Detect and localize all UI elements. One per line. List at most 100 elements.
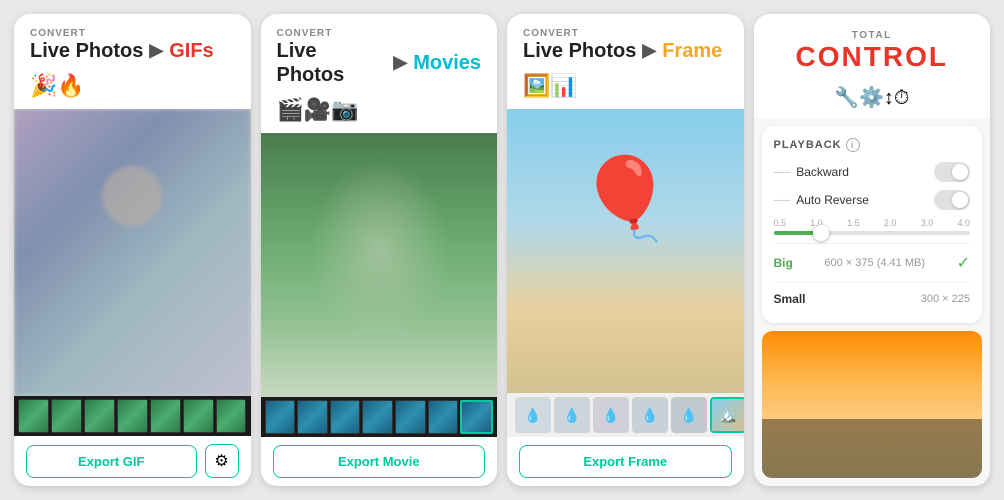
size-small-dims: 300 × 225 [921, 293, 970, 305]
film-frame-5 [150, 399, 181, 433]
backward-toggle[interactable] [934, 162, 970, 182]
speed-0.5: 0.5 [774, 218, 787, 228]
gif-screen: CONVERT Live Photos ▶ GIFs 🎉🔥 Export GIF [14, 14, 251, 486]
movie-frame-2 [297, 400, 328, 434]
speed-4.0: 4.0 [957, 218, 970, 228]
movie-header: CONVERT Live Photos ▶ Movies [261, 14, 498, 93]
speed-3.0: 3.0 [921, 218, 934, 228]
film-frame-2 [51, 399, 82, 433]
gif-filmstrip [14, 396, 251, 436]
size-big-row[interactable]: Big 600 × 375 (4.41 MB) ✓ [774, 248, 971, 278]
speed-labels: 0.5 1.0 1.5 2.0 3.0 4.0 [774, 218, 971, 228]
movie-frame-6 [428, 400, 459, 434]
control-screen: TOTAL CONTROL 🔧⚙️↕⏱ PLAYBACK i ––– Backw… [754, 14, 991, 486]
frame-bottom-controls: Export Frame [507, 437, 744, 486]
slider-thumb[interactable] [813, 225, 829, 241]
frame-arrow: ▶ [642, 40, 656, 62]
auto-reverse-label: ––– Auto Reverse [774, 193, 869, 207]
auto-reverse-text: Auto Reverse [796, 193, 869, 207]
movie-target-text: Movies [413, 51, 481, 75]
playback-title: PLAYBACK i [774, 138, 971, 152]
frame-target-text: Frame [662, 39, 722, 63]
playback-label: PLAYBACK [774, 139, 842, 151]
movie-arrow: ▶ [393, 52, 407, 74]
film-frame-1 [18, 399, 49, 433]
app-container: CONVERT Live Photos ▶ GIFs 🎉🔥 Export GIF [0, 0, 1004, 500]
movie-frame-7 [460, 400, 493, 434]
playback-panel: PLAYBACK i ––– Backward ––– Auto Reverse [762, 126, 983, 323]
slider-track[interactable] [774, 231, 971, 235]
slider-fill [774, 231, 817, 235]
movie-convert-label: CONVERT [277, 28, 482, 39]
export-gif-button[interactable]: Export GIF [26, 445, 197, 478]
info-icon[interactable]: i [846, 138, 860, 152]
movie-source-text: Live Photos [277, 39, 388, 87]
gif-title: Live Photos ▶ GIFs [30, 39, 235, 63]
auto-reverse-row: ––– Auto Reverse [774, 190, 971, 210]
movie-main-image [261, 133, 498, 397]
gif-bottom-controls: Export GIF ⚙ [14, 436, 251, 486]
frame-screen: CONVERT Live Photos ▶ Frame 🖼️📊 💧 💧 💧 💧 … [507, 14, 744, 486]
thumb-1[interactable]: 💧 [515, 397, 551, 433]
size-big-dims: 600 × 375 (4.41 MB) [824, 257, 925, 269]
balloon-image [507, 109, 744, 393]
film-frame-3 [84, 399, 115, 433]
frame-main-image [507, 109, 744, 393]
gif-icons: 🎉🔥 [14, 69, 251, 109]
gif-main-image [14, 109, 251, 396]
gear-icon: ⚙ [214, 451, 228, 471]
soccer-image [762, 331, 983, 478]
speed-slider-container: 0.5 1.0 1.5 2.0 3.0 4.0 [774, 218, 971, 235]
gif-arrow: ▶ [149, 40, 163, 62]
auto-reverse-toggle[interactable] [934, 190, 970, 210]
film-frame-4 [117, 399, 148, 433]
separator-2 [774, 282, 971, 283]
movie-bottom-controls: Export Movie [261, 437, 498, 486]
export-frame-button[interactable]: Export Frame [519, 445, 732, 478]
frame-icons: 🖼️📊 [507, 69, 744, 109]
gif-convert-label: CONVERT [30, 28, 235, 39]
speed-2.0: 2.0 [884, 218, 897, 228]
auto-reverse-sub: ––– [774, 195, 791, 206]
backward-text: Backward [796, 165, 849, 179]
restaurant-image [14, 109, 251, 396]
backward-label: ––– Backward [774, 165, 849, 179]
thumb-4[interactable]: 💧 [632, 397, 668, 433]
frame-source-text: Live Photos [523, 39, 636, 63]
movie-frame-1 [265, 400, 296, 434]
frame-thumb-strip: 💧 💧 💧 💧 💧 🏔️ [507, 393, 744, 437]
movie-icons: 🎬🎥📷 [261, 93, 498, 133]
control-title: CONTROL [770, 41, 975, 73]
thumb-3[interactable]: 💧 [593, 397, 629, 433]
check-icon: ✓ [957, 253, 970, 273]
movie-frame-4 [362, 400, 393, 434]
frame-convert-label: CONVERT [523, 28, 728, 39]
movie-filmstrip [261, 397, 498, 437]
size-small-row[interactable]: Small 300 × 225 [774, 287, 971, 311]
thumb-2[interactable]: 💧 [554, 397, 590, 433]
frame-header: CONVERT Live Photos ▶ Frame [507, 14, 744, 69]
film-frame-7 [216, 399, 247, 433]
gif-source-text: Live Photos [30, 39, 143, 63]
export-movie-button[interactable]: Export Movie [273, 445, 486, 478]
gif-target-text: GIFs [169, 39, 213, 63]
movie-screen: CONVERT Live Photos ▶ Movies 🎬🎥📷 Export … [261, 14, 498, 486]
total-label: TOTAL [770, 30, 975, 41]
garden-image [261, 133, 498, 397]
control-bottom-image [762, 331, 983, 478]
size-small-label: Small [774, 292, 806, 306]
size-big-label: Big [774, 256, 793, 270]
backward-sub: ––– [774, 167, 791, 178]
thumb-5[interactable]: 💧 [671, 397, 707, 433]
thumb-6-selected[interactable]: 🏔️ [710, 397, 744, 433]
movie-title: Live Photos ▶ Movies [277, 39, 482, 87]
movie-frame-5 [395, 400, 426, 434]
gif-header: CONVERT Live Photos ▶ GIFs [14, 14, 251, 69]
film-frame-6 [183, 399, 214, 433]
control-icons: 🔧⚙️↕⏱ [754, 81, 991, 118]
separator-1 [774, 243, 971, 244]
movie-frame-3 [330, 400, 361, 434]
control-header: TOTAL CONTROL [754, 14, 991, 81]
settings-button[interactable]: ⚙ [205, 444, 239, 478]
speed-1.5: 1.5 [847, 218, 860, 228]
